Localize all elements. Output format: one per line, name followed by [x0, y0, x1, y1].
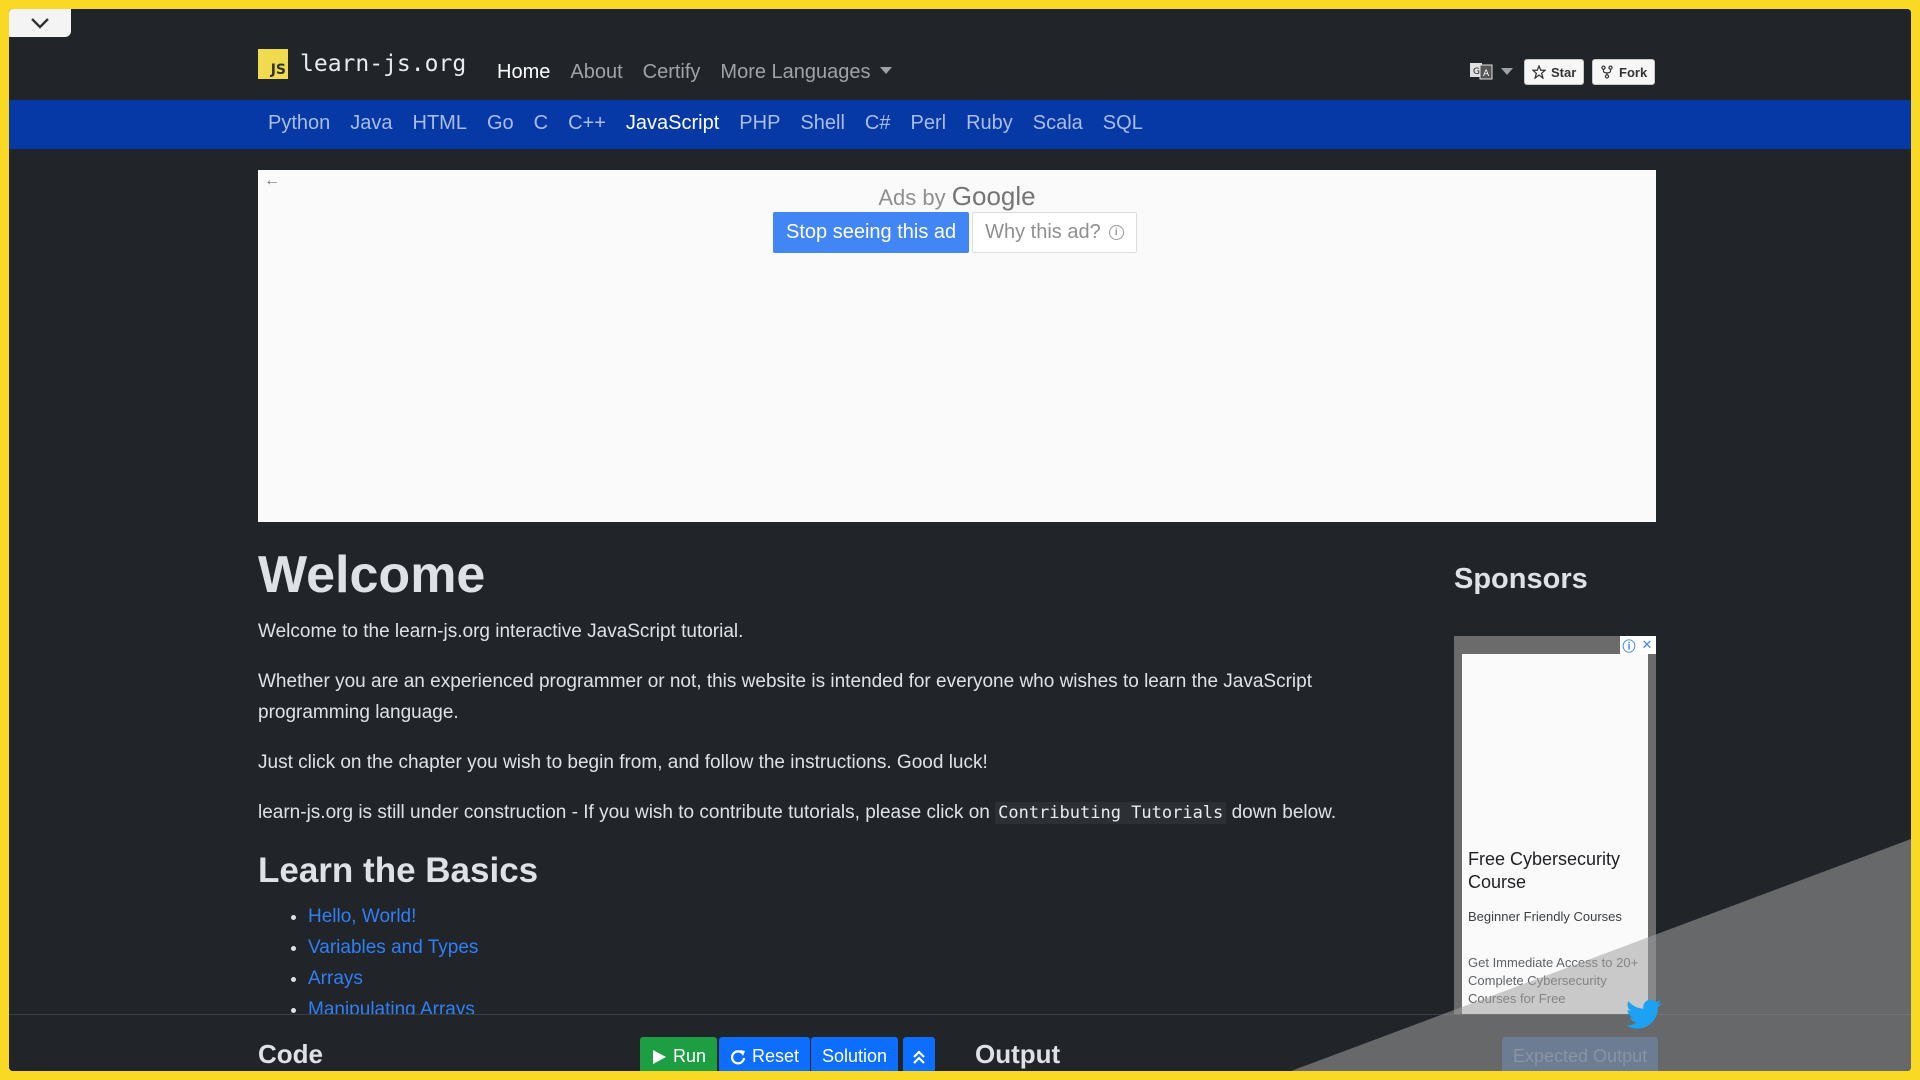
- lang-java[interactable]: Java: [350, 112, 392, 135]
- play-icon: [653, 1049, 666, 1064]
- ad-controls: Stop seeing this ad Why this ad? i: [773, 212, 1137, 253]
- lang-python[interactable]: Python: [268, 112, 330, 135]
- ad-choices: ⓘ ✕: [1620, 636, 1656, 654]
- sponsor-ad-title: Free Cybersecurity Course: [1468, 849, 1621, 892]
- list-item: Variables and Types: [308, 932, 1418, 963]
- fork-label: Fork: [1619, 64, 1648, 80]
- github-star-button[interactable]: Star: [1524, 59, 1585, 85]
- lang-perl[interactable]: Perl: [910, 112, 946, 135]
- browser-frame: JS learn-js.org Home About Certify More …: [9, 9, 1911, 1071]
- instructions-paragraph: Just click on the chapter you wish to be…: [258, 752, 988, 774]
- svg-text:A: A: [1483, 69, 1490, 79]
- lang-go[interactable]: Go: [487, 112, 514, 135]
- refresh-icon: [730, 1049, 746, 1064]
- section-title: Learn the Basics: [258, 851, 539, 891]
- expand-button[interactable]: [903, 1037, 935, 1071]
- sponsors-heading: Sponsors: [1454, 563, 1588, 595]
- lang-csharp[interactable]: C#: [865, 112, 891, 135]
- intro-paragraph: Welcome to the learn-js.org interactive …: [258, 621, 744, 643]
- lesson-link-variables[interactable]: Variables and Types: [308, 937, 478, 958]
- list-item: Arrays: [308, 963, 1418, 994]
- svg-text:G: G: [1473, 67, 1480, 77]
- brand-link[interactable]: JS learn-js.org: [258, 49, 466, 79]
- google-wordmark: Google: [951, 181, 1036, 211]
- nav-certify[interactable]: Certify: [643, 61, 701, 84]
- lesson-link-hello-world[interactable]: Hello, World!: [308, 906, 416, 927]
- main-nav: Home About Certify More Languages: [497, 61, 892, 84]
- lang-ruby[interactable]: Ruby: [966, 112, 1013, 135]
- lang-sql[interactable]: SQL: [1103, 112, 1143, 135]
- lang-shell[interactable]: Shell: [800, 112, 844, 135]
- page-title: Welcome: [258, 546, 486, 604]
- list-item: Hello, World!: [308, 901, 1418, 932]
- adchoices-icon[interactable]: ⓘ: [1620, 636, 1638, 654]
- info-icon: i: [1108, 225, 1124, 240]
- main-content: Welcome Welcome to the learn-js.org inte…: [258, 546, 1418, 1025]
- top-navbar: JS learn-js.org Home About Certify More …: [9, 9, 1911, 100]
- nav-more-languages-label: More Languages: [720, 61, 871, 83]
- lesson-link-arrays[interactable]: Arrays: [308, 968, 363, 989]
- caret-down-icon: [1501, 67, 1513, 75]
- lang-html[interactable]: HTML: [413, 112, 467, 135]
- translate-dropdown[interactable]: G A: [1469, 59, 1513, 83]
- sponsor-ad-description: Get Immediate Access to 20+ Complete Cyb…: [1468, 955, 1639, 1006]
- lang-javascript[interactable]: JavaScript: [626, 112, 719, 135]
- collapse-toggle[interactable]: [9, 9, 71, 37]
- brand-name: learn-js.org: [300, 51, 467, 77]
- chevron-down-icon: [31, 18, 49, 29]
- solution-button[interactable]: Solution: [811, 1037, 899, 1071]
- ad-banner: ← Ads by Google Stop seeing this ad Why …: [258, 170, 1656, 522]
- translate-icon: G A: [1470, 63, 1493, 80]
- nav-about[interactable]: About: [570, 61, 622, 84]
- expected-output-button[interactable]: Expected Output: [1502, 1037, 1659, 1071]
- code-label: Code: [258, 1039, 323, 1069]
- star-icon: [1532, 65, 1546, 79]
- github-fork-button[interactable]: Fork: [1592, 59, 1656, 85]
- stop-seeing-ad-button[interactable]: Stop seeing this ad: [773, 212, 970, 253]
- js-logo-icon: JS: [258, 49, 288, 79]
- contributing-tutorials-code: Contributing Tutorials: [995, 802, 1227, 825]
- lang-scala[interactable]: Scala: [1033, 112, 1083, 135]
- contribute-paragraph: learn-js.org is still under construction…: [258, 802, 1337, 825]
- nav-more-languages[interactable]: More Languages: [720, 61, 892, 84]
- reset-button[interactable]: Reset: [719, 1037, 811, 1071]
- fork-icon: [1601, 65, 1613, 79]
- sponsor-ad-subtitle: Beginner Friendly Courses: [1468, 909, 1622, 924]
- sponsor-ad[interactable]: ⓘ ✕ Free Cybersecurity Course Beginner F…: [1454, 636, 1656, 1021]
- output-label: Output: [975, 1039, 1061, 1069]
- why-this-ad-label: Why this ad?: [985, 221, 1101, 243]
- caret-down-icon: [879, 67, 892, 74]
- lesson-list: Hello, World! Variables and Types Arrays…: [308, 901, 1418, 1025]
- double-chevron-up-icon: [913, 1049, 925, 1064]
- nav-home[interactable]: Home: [497, 61, 550, 84]
- run-button[interactable]: Run: [640, 1037, 718, 1071]
- ads-by-google: Ads by Google: [878, 181, 1036, 211]
- lang-cpp[interactable]: C++: [568, 112, 606, 135]
- lang-php[interactable]: PHP: [739, 112, 780, 135]
- language-list: Python Java HTML Go C C++ JavaScript PHP…: [268, 112, 1143, 135]
- why-this-ad-button[interactable]: Why this ad? i: [972, 212, 1137, 253]
- star-label: Star: [1551, 64, 1577, 80]
- lang-c[interactable]: C: [534, 112, 548, 135]
- language-bar: Python Java HTML Go C C++ JavaScript PHP…: [9, 100, 1911, 149]
- close-icon[interactable]: ✕: [1638, 636, 1656, 654]
- twitter-icon[interactable]: [1625, 999, 1663, 1031]
- audience-paragraph: Whether you are an experienced programme…: [258, 671, 1312, 724]
